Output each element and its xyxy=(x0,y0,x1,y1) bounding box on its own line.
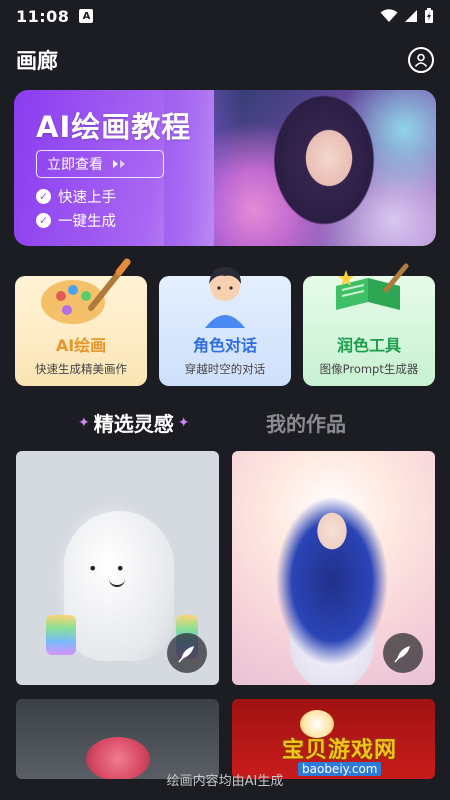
sparkle-icon: ✦ xyxy=(177,414,190,431)
palette-icon xyxy=(15,258,147,328)
banner-headline: AI绘画教程 xyxy=(36,110,192,144)
user-icon xyxy=(414,53,428,67)
card-subtitle: 快速生成精美画作 xyxy=(35,362,127,376)
gallery-item[interactable] xyxy=(232,451,435,685)
check-icon: ✓ xyxy=(36,213,51,228)
card-title: 角色对话 xyxy=(192,336,257,355)
ai-generated-notice: 绘画内容均由AI生成 xyxy=(166,774,284,789)
tutorial-banner[interactable]: AI绘画教程 立即查看 ✓ 快速上手 ✓ 一键生成 xyxy=(14,90,436,246)
check-icon: ✓ xyxy=(36,189,51,204)
ai-painting-card[interactable]: AI绘画 快速生成精美画作 xyxy=(15,258,147,386)
app-header: 画廊 xyxy=(0,40,450,80)
role-chat-card[interactable]: 角色对话 穿越时空的对话 xyxy=(159,266,291,386)
card-title: 润色工具 xyxy=(336,336,401,355)
card-subtitle: 穿越时空的对话 xyxy=(184,362,266,376)
signal-icon xyxy=(405,10,417,22)
banner-feature: ✓ 一键生成 xyxy=(36,210,116,231)
sparkle-icon: ✦ xyxy=(78,414,90,431)
view-now-label: 立即查看 xyxy=(47,157,103,173)
card-subtitle: 图像Prompt生成器 xyxy=(319,362,419,376)
notification-icon: A xyxy=(79,9,94,23)
tab-my-works[interactable]: 我的作品 xyxy=(266,408,346,437)
card-title: AI绘画 xyxy=(55,336,107,355)
banner-illustration xyxy=(214,90,436,246)
polish-tool-card[interactable]: 润色工具 图像Prompt生成器 xyxy=(303,263,435,386)
banner-feature-label: 一键生成 xyxy=(58,214,116,230)
view-now-button[interactable]: 立即查看 xyxy=(36,150,164,178)
banner-feature: ✓ 快速上手 xyxy=(36,186,116,207)
feather-icon[interactable] xyxy=(167,633,207,673)
status-bar: 11:08 A xyxy=(0,0,450,32)
tab-featured-inspiration[interactable]: ✦ 精选灵感 ✦ xyxy=(78,408,189,437)
gallery-tabs: ✦ 精选灵感 ✦ 我的作品 xyxy=(0,408,450,440)
gallery-item[interactable]: •• xyxy=(16,451,219,685)
status-time: 11:08 xyxy=(16,6,70,26)
artwork-detail: •• xyxy=(88,559,143,578)
profile-button[interactable] xyxy=(408,47,434,73)
battery-icon xyxy=(425,8,433,23)
artwork-detail xyxy=(46,615,76,655)
wifi-icon xyxy=(380,9,398,22)
character-avatar-icon xyxy=(159,258,291,328)
book-icon xyxy=(303,258,435,328)
tab-label: 精选灵感 xyxy=(93,412,174,436)
gallery-item[interactable] xyxy=(16,699,219,779)
page-title: 画廊 xyxy=(16,49,58,73)
watermark-title: 宝贝游戏网 xyxy=(282,738,398,763)
banner-feature-label: 快速上手 xyxy=(58,190,116,206)
play-arrows-icon xyxy=(113,160,125,168)
feather-icon[interactable] xyxy=(383,633,423,673)
